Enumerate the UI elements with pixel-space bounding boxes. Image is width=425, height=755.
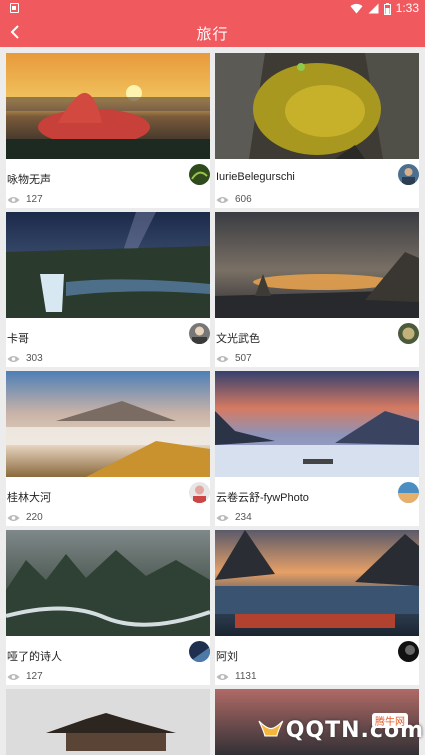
view-count-value: 606 [235, 194, 252, 205]
view-count-value: 1131 [235, 671, 257, 682]
photo-card[interactable]: 哑了的诗人 127 [6, 530, 210, 685]
eye-icon [216, 673, 229, 680]
eye-icon [7, 514, 20, 521]
signal-icon [368, 3, 379, 14]
photo-thumbnail[interactable] [6, 530, 210, 636]
eye-icon [216, 196, 229, 203]
view-count: 507 [216, 353, 252, 364]
avatar[interactable] [189, 482, 210, 503]
avatar[interactable] [398, 482, 419, 503]
eye-icon [216, 355, 229, 362]
photo-thumbnail[interactable] [215, 212, 419, 318]
watermark: QQTN.com 腾牛网 [256, 706, 424, 754]
view-count: 127 [7, 671, 43, 682]
avatar[interactable] [398, 323, 419, 344]
photo-card[interactable]: 云卷云舒-fywPhoto 234 [215, 371, 419, 526]
photo-thumbnail[interactable] [6, 689, 210, 755]
author-name: 文光武色 [216, 333, 260, 345]
status-bar: 1:33 [0, 0, 425, 17]
watermark-cn: 腾牛网 [372, 713, 408, 728]
avatar[interactable] [189, 164, 210, 185]
eye-icon [7, 196, 20, 203]
avatar[interactable] [398, 641, 419, 662]
photo-card[interactable]: 咏物无声 127 [6, 53, 210, 208]
photo-thumbnail[interactable] [6, 371, 210, 477]
page-title: 旅行 [196, 26, 229, 43]
view-count-value: 127 [26, 671, 43, 682]
photo-thumbnail[interactable] [215, 53, 419, 159]
photo-card[interactable]: 文光武色 507 [215, 212, 419, 367]
author-name: 咏物无声 [7, 174, 51, 186]
author-name: 阿刘 [216, 651, 238, 663]
author-name: 卡哥 [7, 333, 29, 345]
photo-card[interactable]: 卡哥 303 [6, 212, 210, 367]
photo-grid[interactable]: 咏物无声 127 IurieBelegurschi 606 卡哥 303 文光武… [0, 47, 425, 755]
avatar[interactable] [189, 323, 210, 344]
view-count-value: 507 [235, 353, 252, 364]
notification-icon [10, 3, 19, 13]
view-count: 606 [216, 194, 252, 205]
eye-icon [7, 673, 20, 680]
view-count: 234 [216, 512, 252, 523]
app-bar: 旅行 [0, 17, 425, 47]
view-count: 220 [7, 512, 43, 523]
photo-thumbnail[interactable] [6, 212, 210, 318]
avatar[interactable] [189, 641, 210, 662]
view-count: 303 [7, 353, 43, 364]
ox-logo-icon [258, 720, 284, 737]
author-name: 哑了的诗人 [7, 651, 62, 663]
photo-thumbnail[interactable] [6, 53, 210, 159]
wifi-icon [350, 3, 363, 14]
battery-icon [383, 2, 391, 15]
photo-thumbnail[interactable] [215, 530, 419, 636]
view-count-value: 303 [26, 353, 43, 364]
author-name: IurieBelegurschi [216, 171, 295, 183]
photo-card[interactable]: 桂林大河 220 [6, 371, 210, 526]
photo-card[interactable]: 阿刘 1131 [215, 530, 419, 685]
view-count-value: 234 [235, 512, 252, 523]
author-name: 云卷云舒-fywPhoto [216, 492, 309, 504]
view-count: 127 [7, 194, 43, 205]
clock: 1:33 [395, 1, 419, 15]
view-count-value: 127 [26, 194, 43, 205]
author-name: 桂林大河 [7, 492, 51, 504]
avatar[interactable] [398, 164, 419, 185]
view-count: 1131 [216, 671, 257, 682]
view-count-value: 220 [26, 512, 43, 523]
photo-card[interactable]: IurieBelegurschi 606 [215, 53, 419, 208]
eye-icon [216, 514, 229, 521]
photo-thumbnail[interactable] [215, 371, 419, 477]
eye-icon [7, 355, 20, 362]
